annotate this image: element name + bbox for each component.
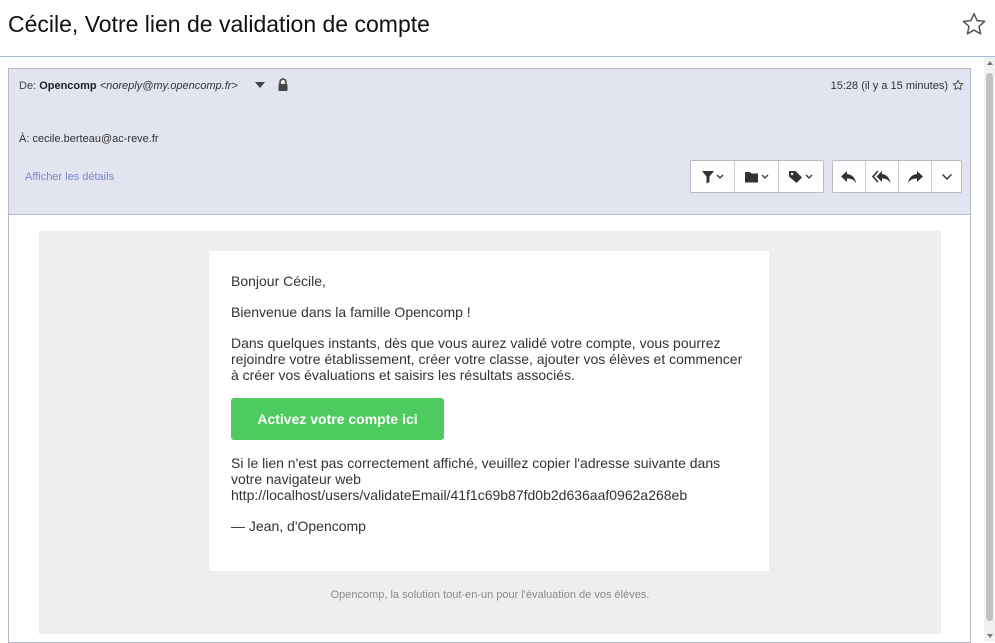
activate-account-button[interactable]: Activez votre compte ici — [231, 398, 444, 440]
from-label: De: — [19, 80, 37, 92]
to-row: À: cecile.berteau@ac-reve.fr — [19, 133, 159, 145]
filter-icon — [701, 170, 723, 183]
signature: — Jean, d'Opencomp — [231, 518, 366, 534]
scroll-down-arrow-icon[interactable] — [987, 634, 993, 638]
reply-all-button[interactable] — [866, 161, 899, 192]
reply-actions-group — [832, 160, 962, 193]
message-time: 15:28 (il y a 15 minutes) — [830, 80, 948, 92]
folder-icon — [744, 171, 768, 182]
from-row: De: Opencomp <noreply@my.opencomp.fr> — [19, 80, 238, 92]
lock-icon[interactable] — [277, 78, 289, 92]
more-actions-button[interactable] — [932, 161, 961, 192]
validation-url[interactable]: http://localhost/users/validateEmail/41f… — [231, 487, 751, 503]
forward-icon — [908, 170, 923, 183]
sender-address[interactable]: <noreply@my.opencomp.fr> — [100, 80, 238, 92]
reply-icon — [841, 170, 856, 183]
scrollbar[interactable] — [984, 57, 995, 641]
message-frame: De: Opencomp <noreply@my.opencomp.fr> 15… — [8, 68, 971, 643]
reply-all-icon — [872, 169, 891, 183]
to-label: À: — [19, 133, 30, 145]
message-header: De: Opencomp <noreply@my.opencomp.fr> 15… — [9, 69, 970, 215]
tag-icon — [789, 170, 813, 183]
message-actions-group — [690, 160, 824, 193]
subject-bar: Cécile, Votre lien de validation de comp… — [0, 0, 995, 57]
email-body: Bonjour Cécile, Bienvenue dans la famill… — [39, 231, 941, 634]
recipient-address[interactable]: cecile.berteau@ac-reve.fr — [32, 133, 158, 145]
reply-button[interactable] — [833, 161, 866, 192]
email-subject: Cécile, Votre lien de validation de comp… — [8, 11, 430, 37]
intro-paragraph: Dans quelques instants, dès que vous aur… — [231, 335, 743, 383]
email-footer: Opencomp, la solution tout-en-un pour l'… — [330, 589, 650, 601]
greeting: Bonjour Cécile, — [231, 273, 326, 289]
move-to-folder-button[interactable] — [735, 161, 779, 192]
scroll-thumb[interactable] — [986, 73, 993, 621]
fallback-text: Si le lien n'est pas correctement affich… — [231, 455, 721, 487]
forward-button[interactable] — [899, 161, 932, 192]
show-details-link[interactable]: Afficher les détails — [25, 171, 114, 183]
star-icon[interactable] — [961, 11, 987, 37]
email-card: Bonjour Cécile, Bienvenue dans la famill… — [209, 251, 769, 571]
scroll-up-arrow-icon[interactable] — [987, 61, 993, 65]
star-icon[interactable] — [952, 79, 964, 91]
sender-name[interactable]: Opencomp — [39, 80, 96, 92]
chevron-down-icon — [941, 173, 952, 180]
tag-button[interactable] — [779, 161, 823, 192]
chevron-down-icon[interactable] — [255, 82, 265, 88]
fallback-paragraph: Si le lien n'est pas correctement affich… — [231, 455, 751, 503]
filter-button[interactable] — [691, 161, 735, 192]
welcome-text: Bienvenue dans la famille Opencomp ! — [231, 304, 471, 320]
